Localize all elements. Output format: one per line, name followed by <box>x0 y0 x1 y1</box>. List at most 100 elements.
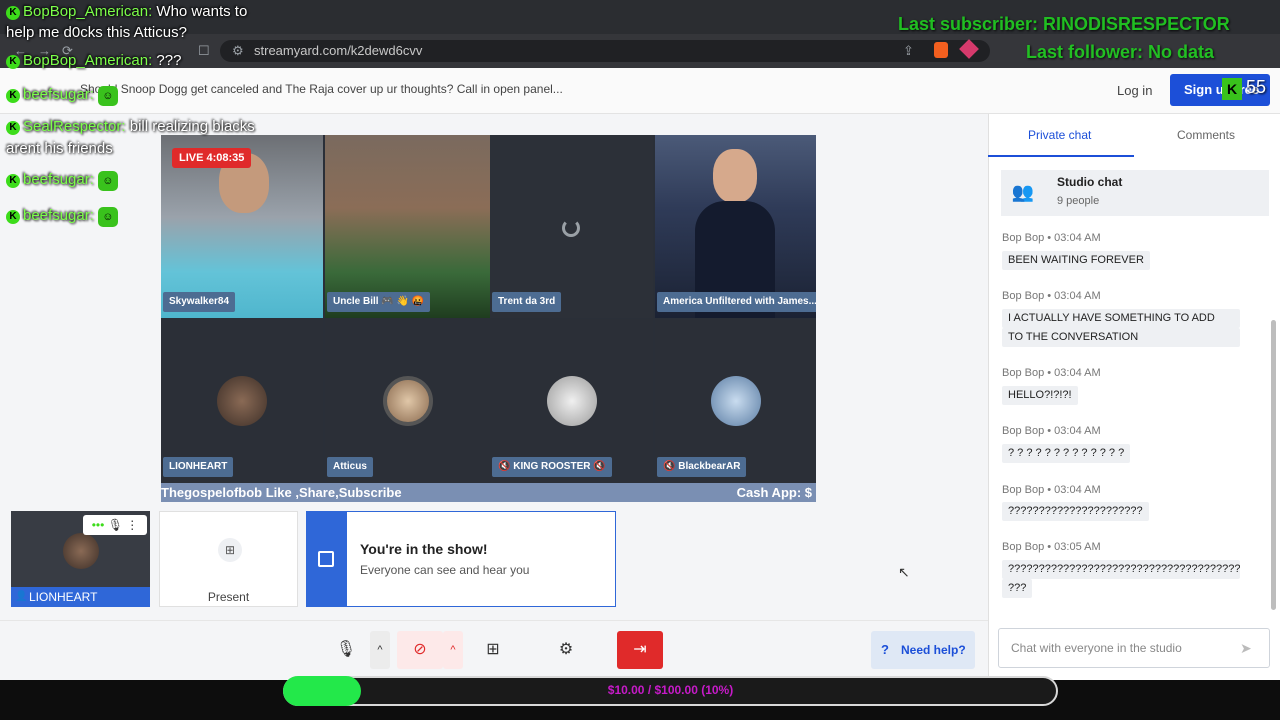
avatar <box>382 376 433 426</box>
camera-options-chevron-icon[interactable]: ^ <box>443 631 463 669</box>
leave-studio-button[interactable]: ⇥ <box>617 631 663 669</box>
last-follower: Last follower: No data <box>1026 42 1215 62</box>
overlay-chat-line: Kbeefsugar: ☺ <box>6 207 118 227</box>
send-icon[interactable]: ➤ <box>1240 640 1252 657</box>
goal-progress-text: $10.00 / $100.00 (10%) <box>607 683 734 697</box>
overlay-chat-line: K BopBop_American: Who wants to <box>6 3 247 20</box>
live-badge: LIVE 4:08:35 <box>172 148 252 168</box>
mic-options-chevron-icon[interactable]: ^ <box>370 631 390 669</box>
audio-tile-atticus[interactable]: Atticus <box>325 319 490 483</box>
in-show-title: You're in the show! <box>360 541 488 557</box>
participant-name: 🔇 KING ROOSTER 🔇 <box>492 457 612 477</box>
viewer-count: 55 <box>1246 77 1267 97</box>
emote-icon: ☺ <box>97 171 118 191</box>
brave-shield-icon[interactable] <box>934 42 948 58</box>
message-meta: Bop Bop • 03:04 AM <box>1002 425 1101 437</box>
kick-logo-icon: K <box>1222 78 1242 100</box>
self-controls[interactable]: ••• 🎙 ⋮ <box>83 515 147 535</box>
participant-face <box>713 149 757 203</box>
overlay-chat-line: arent his friends <box>6 140 113 157</box>
video-tile-america-unfiltered[interactable]: America Unfiltered with James... <box>655 135 816 318</box>
message-text: HELLO?!?!?! <box>1002 386 1078 405</box>
message-text: ?????????????????????? <box>1002 502 1149 521</box>
audio-tile-lionheart[interactable]: LIONHEART <box>161 319 323 483</box>
overlay-chat-line: K BopBop_American: ??? <box>6 52 181 69</box>
participant-name: Atticus <box>327 457 373 477</box>
user-icon: 👤 <box>15 591 28 602</box>
overlay-chat-line: K SealRespector: bill realizing blacks <box>6 118 255 135</box>
kick-badge-icon: K <box>6 55 20 69</box>
present-label: Present <box>207 590 250 604</box>
bookmark-icon[interactable]: ☐ <box>198 41 210 61</box>
url-text: streamyard.com/k2dewd6cvv <box>254 43 423 58</box>
message-meta: Bop Bop • 03:04 AM <box>1002 484 1101 496</box>
audio-level-icon: ••• <box>91 518 105 532</box>
message-text: ???????????????????????????????????????? <box>1002 560 1240 579</box>
mic-icon[interactable]: 🎙 <box>108 518 123 532</box>
studio-chat-member-count: 9 people <box>1057 195 1100 207</box>
video-tile-trent[interactable]: Trent da 3rd <box>490 135 653 318</box>
need-help-button[interactable]: ? Need help? <box>871 631 975 669</box>
studio-chat-title: Studio chat <box>1057 175 1123 189</box>
broadcast-stage: Skywalker84 Uncle Bill 🎮 👋 🤬 Trent da 3r… <box>161 135 816 502</box>
video-tile-uncle-bill[interactable]: Uncle Bill 🎮 👋 🤬 <box>325 135 490 318</box>
kick-badge-icon: K <box>6 174 20 188</box>
group-icon: 👥 <box>1011 182 1035 202</box>
present-icon: ⊞ <box>218 538 242 562</box>
kick-badge-icon: K <box>6 6 20 20</box>
message-text: BEEN WAITING FOREVER <box>1002 251 1150 270</box>
mic-toggle-button[interactable]: 🎙 <box>327 631 365 669</box>
message-meta: Bop Bop • 03:04 AM <box>1002 232 1101 244</box>
studio-chat-header <box>1001 170 1269 216</box>
ticker-text: Thegospelofbob Like ,Share,Subscribe <box>161 485 402 500</box>
self-name-label: 👤 LIONHEART <box>11 587 150 607</box>
message-text: ??? <box>1002 579 1033 598</box>
site-info-icon[interactable]: ⚙ <box>232 40 244 62</box>
message-text: TO THE CONVERSATION <box>1002 328 1240 347</box>
loading-spinner-icon <box>562 219 580 237</box>
login-link[interactable]: Log in <box>1117 83 1152 98</box>
participant-name: Skywalker84 <box>163 292 236 312</box>
mouse-cursor-icon: ↖ <box>898 564 910 580</box>
message-meta: Bop Bop • 03:05 AM <box>1002 541 1101 553</box>
emote-icon: ☺ <box>97 86 118 106</box>
person-icon <box>318 551 334 567</box>
camera-off-button[interactable]: ⊘ <box>397 631 443 669</box>
ticker-cashapp: Cash App: $ <box>736 485 812 500</box>
in-show-notice <box>306 511 616 607</box>
audio-tile-blackbear[interactable]: 🔇 BlackbearAR <box>655 319 816 483</box>
screenshare-button[interactable]: ⊞ <box>474 631 512 669</box>
url-field[interactable]: ⚙ streamyard.com/k2dewd6cvv <box>220 40 990 62</box>
participant-name: America Unfiltered with James... <box>657 292 816 312</box>
avatar <box>63 533 99 569</box>
tab-comments[interactable]: Comments <box>1177 128 1235 142</box>
tab-private-chat[interactable]: Private chat <box>1028 128 1091 142</box>
message-text: I ACTUALLY HAVE SOMETHING TO ADD <box>1002 309 1240 328</box>
avatar <box>217 376 267 426</box>
in-show-icon-panel <box>306 511 347 607</box>
active-tab-indicator <box>988 155 1134 157</box>
message-meta: Bop Bop • 03:04 AM <box>1002 367 1101 379</box>
avatar <box>546 376 597 426</box>
kick-badge-icon: K <box>6 210 20 224</box>
participant-name: Uncle Bill 🎮 👋 🤬 <box>327 292 431 312</box>
kick-badge-icon: K <box>6 121 20 135</box>
chat-input[interactable]: Chat with everyone in the studio <box>998 628 1270 668</box>
audio-tile-king-rooster[interactable]: 🔇 KING ROOSTER 🔇 <box>490 319 653 483</box>
chat-scrollbar[interactable] <box>1271 320 1276 610</box>
participant-video <box>325 135 490 318</box>
participant-name: 🔇 BlackbearAR <box>657 457 747 477</box>
in-show-subtitle: Everyone can see and hear you <box>360 563 530 577</box>
help-icon: ? <box>881 642 889 657</box>
overlay-chat-line: help me d0cks this Atticus? <box>6 24 187 41</box>
overlay-chat-line: Kbeefsugar: ☺ <box>6 86 118 106</box>
message-text: ? ? ? ? ? ? ? ? ? ? ? ? ? <box>1002 444 1131 463</box>
message-meta: Bop Bop • 03:04 AM <box>1002 290 1101 302</box>
share-icon[interactable]: ⇪ <box>903 41 914 61</box>
broadcast-title: Should Snoop Dogg get canceled and The R… <box>80 82 563 96</box>
more-options-icon[interactable]: ⋮ <box>126 518 138 532</box>
settings-gear-icon[interactable]: ⚙ <box>547 631 585 669</box>
kick-badge-icon: K <box>6 89 20 103</box>
participant-name: LIONHEART <box>163 457 234 477</box>
overlay-chat-line: Kbeefsugar: ☺ <box>6 171 118 191</box>
